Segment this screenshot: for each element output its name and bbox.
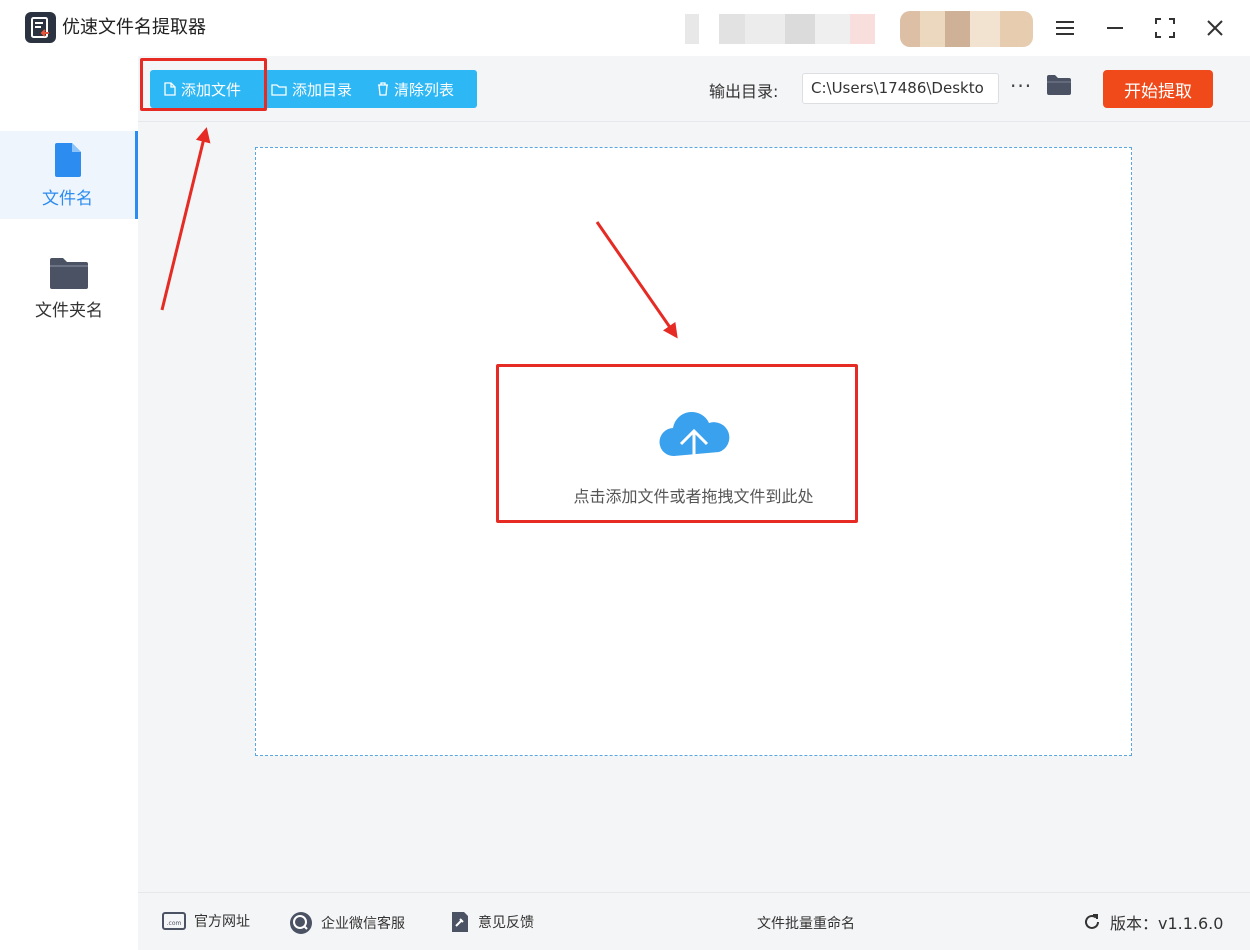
- output-dir-label: 输出目录:: [709, 82, 779, 101]
- sidebar-item-foldername[interactable]: 文件夹名: [0, 244, 138, 332]
- blurred-avatar: [900, 11, 1033, 47]
- add-directory-label: 添加目录: [292, 80, 353, 99]
- wechat-service-label: 企业微信客服: [321, 916, 405, 932]
- feedback-link[interactable]: 意见反馈: [450, 911, 534, 933]
- file-icon: [54, 142, 81, 177]
- app-logo: [25, 12, 56, 43]
- official-website-link[interactable]: .com 官方网址: [162, 911, 250, 931]
- close-icon[interactable]: [1199, 12, 1231, 44]
- add-file-label: 添加文件: [181, 80, 242, 99]
- clear-list-label: 清除列表: [394, 80, 455, 99]
- trash-icon: [377, 82, 389, 96]
- title-bar: 优速文件名提取器: [0, 0, 1250, 56]
- toolbar: 添加文件 添加目录 清除列表 输出目录: C:\Users\17486\Desk…: [138, 56, 1250, 122]
- more-button[interactable]: ···: [1010, 74, 1032, 98]
- folder-icon: [50, 257, 88, 289]
- footer: .com 官方网址 企业微信客服 意见反馈 文件批量重命名 版本：v1.1.6.…: [138, 892, 1250, 950]
- sidebar-item-label: 文件名: [42, 188, 93, 209]
- sidebar-item-label: 文件夹名: [35, 300, 103, 321]
- refresh-icon: [1082, 912, 1102, 932]
- wechat-icon: [289, 911, 313, 935]
- minimize-icon[interactable]: [1099, 12, 1131, 44]
- version-label: 版本：v1.1.6.0: [1110, 914, 1224, 933]
- toolbar-button-group: 添加文件 添加目录 清除列表: [150, 70, 477, 108]
- batch-rename-link[interactable]: 文件批量重命名: [757, 913, 855, 933]
- website-icon: .com: [162, 911, 186, 931]
- open-folder-icon[interactable]: [1046, 74, 1072, 100]
- output-dir-input[interactable]: C:\Users\17486\Deskto: [802, 73, 999, 104]
- add-file-button[interactable]: 添加文件: [150, 70, 263, 108]
- add-directory-button[interactable]: 添加目录: [263, 70, 371, 108]
- svg-text:.com: .com: [167, 920, 182, 927]
- app-title: 优速文件名提取器: [62, 17, 206, 38]
- blurred-account-info: [685, 14, 875, 44]
- feedback-label: 意见反馈: [478, 915, 534, 931]
- file-icon: [164, 82, 176, 96]
- main-area: 添加文件 添加目录 清除列表 输出目录: C:\Users\17486\Desk…: [138, 56, 1250, 892]
- sidebar-item-filename[interactable]: 文件名: [0, 131, 138, 219]
- menu-icon[interactable]: [1049, 12, 1081, 44]
- cloud-upload-icon: [656, 406, 732, 476]
- sidebar: 文件名 文件夹名: [0, 56, 138, 950]
- version-info[interactable]: 版本：v1.1.6.0: [1082, 910, 1223, 934]
- drop-zone-hint: 点击添加文件或者拖拽文件到此处: [573, 487, 814, 506]
- file-drop-zone[interactable]: 点击添加文件或者拖拽文件到此处: [255, 147, 1132, 756]
- clear-list-button[interactable]: 清除列表: [371, 70, 477, 108]
- folder-outline-icon: [271, 83, 287, 96]
- wechat-service-link[interactable]: 企业微信客服: [289, 911, 405, 935]
- official-website-label: 官方网址: [194, 914, 250, 930]
- start-extract-button[interactable]: 开始提取: [1103, 70, 1213, 108]
- feedback-icon: [450, 911, 470, 933]
- maximize-icon[interactable]: [1149, 12, 1181, 44]
